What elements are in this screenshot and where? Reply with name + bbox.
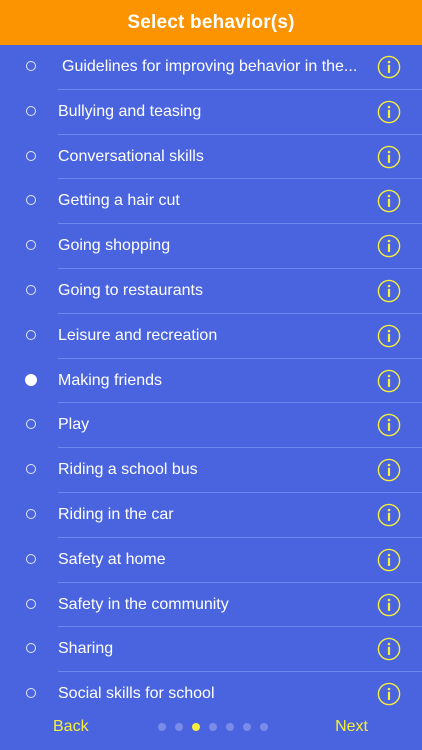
info-circle-icon[interactable] bbox=[377, 593, 401, 617]
list-item-label: Conversational skills bbox=[58, 147, 204, 165]
list-item[interactable]: Riding in the car bbox=[0, 493, 422, 538]
behavior-list[interactable]: Guidelines for improving behavior in the… bbox=[0, 45, 422, 713]
list-item-label: Play bbox=[58, 416, 90, 434]
page-dot bbox=[226, 723, 234, 731]
list-item-label: Safety at home bbox=[58, 550, 166, 568]
info-circle-icon[interactable] bbox=[377, 413, 401, 437]
list-item[interactable]: Going to restaurants bbox=[0, 269, 422, 314]
radio-button-icon[interactable] bbox=[26, 61, 36, 71]
header-bar: Select behavior(s) bbox=[0, 0, 422, 45]
info-circle-icon[interactable] bbox=[377, 369, 401, 393]
info-circle-icon[interactable] bbox=[377, 55, 401, 79]
list-item[interactable]: Making friends bbox=[0, 359, 422, 404]
radio-button-icon[interactable] bbox=[26, 688, 36, 699]
list-item[interactable]: Play bbox=[0, 403, 422, 448]
info-circle-icon[interactable] bbox=[377, 145, 401, 169]
list-item[interactable]: Leisure and recreation bbox=[0, 314, 422, 359]
list-item[interactable]: Safety in the community bbox=[0, 583, 422, 628]
info-circle-icon[interactable] bbox=[377, 458, 401, 482]
radio-button-icon[interactable] bbox=[26, 240, 36, 251]
page-dot bbox=[158, 723, 166, 731]
page-indicator bbox=[158, 723, 268, 731]
list-item[interactable]: Getting a hair cut bbox=[0, 179, 422, 224]
radio-button-icon[interactable] bbox=[26, 508, 36, 519]
footer-nav: Back Next bbox=[0, 713, 422, 750]
radio-button-icon[interactable] bbox=[26, 284, 36, 295]
list-item[interactable]: Sharing bbox=[0, 627, 422, 672]
list-item-label: Safety in the community bbox=[58, 595, 229, 613]
list-item[interactable]: Guidelines for improving behavior in the… bbox=[0, 45, 422, 90]
page-dot bbox=[243, 723, 251, 731]
page-dot bbox=[175, 723, 183, 731]
info-circle-icon[interactable] bbox=[377, 100, 401, 124]
list-item[interactable]: Riding a school bus bbox=[0, 448, 422, 493]
list-item[interactable]: Conversational skills bbox=[0, 135, 422, 180]
info-circle-icon[interactable] bbox=[377, 279, 401, 303]
radio-button-icon[interactable] bbox=[26, 419, 36, 430]
info-circle-icon[interactable] bbox=[377, 324, 401, 348]
info-circle-icon[interactable] bbox=[377, 637, 401, 661]
list-item-label: Getting a hair cut bbox=[58, 192, 180, 210]
radio-button-icon[interactable] bbox=[26, 150, 36, 161]
list-item-label: Going shopping bbox=[58, 237, 171, 255]
list-item-label: Social skills for school bbox=[58, 685, 215, 703]
radio-button-icon[interactable] bbox=[26, 643, 36, 654]
list-item-label: Riding in the car bbox=[58, 505, 174, 523]
page-dot bbox=[260, 723, 268, 731]
info-circle-icon[interactable] bbox=[377, 189, 401, 213]
page-title: Select behavior(s) bbox=[127, 11, 295, 33]
radio-button-icon[interactable] bbox=[26, 329, 36, 340]
radio-button-icon[interactable] bbox=[26, 553, 36, 564]
list-item[interactable]: Bullying and teasing bbox=[0, 90, 422, 135]
back-button[interactable]: Back bbox=[53, 718, 89, 736]
page-dot bbox=[192, 723, 200, 731]
list-item[interactable]: Social skills for school bbox=[0, 672, 422, 713]
list-item-label: Bullying and teasing bbox=[58, 102, 202, 120]
info-circle-icon[interactable] bbox=[377, 548, 401, 572]
list-item-label: Going to restaurants bbox=[58, 281, 203, 299]
list-item-label: Riding a school bus bbox=[58, 461, 198, 479]
radio-button-icon[interactable] bbox=[26, 105, 36, 116]
radio-button-icon[interactable] bbox=[26, 195, 36, 206]
radio-button-icon[interactable] bbox=[26, 464, 36, 475]
list-item[interactable]: Safety at home bbox=[0, 538, 422, 583]
info-circle-icon[interactable] bbox=[377, 682, 401, 706]
info-circle-icon[interactable] bbox=[377, 234, 401, 258]
list-item[interactable]: Going shopping bbox=[0, 224, 422, 269]
list-item-label: Guidelines for improving behavior in the… bbox=[62, 58, 358, 75]
list-item-label: Leisure and recreation bbox=[58, 326, 218, 344]
next-button[interactable]: Next bbox=[335, 718, 368, 736]
info-circle-icon[interactable] bbox=[377, 503, 401, 527]
page-dot bbox=[209, 723, 217, 731]
radio-button-icon[interactable] bbox=[25, 373, 37, 386]
list-item-label: Sharing bbox=[58, 640, 114, 658]
radio-button-icon[interactable] bbox=[26, 598, 36, 609]
list-item-label: Making friends bbox=[58, 371, 163, 389]
